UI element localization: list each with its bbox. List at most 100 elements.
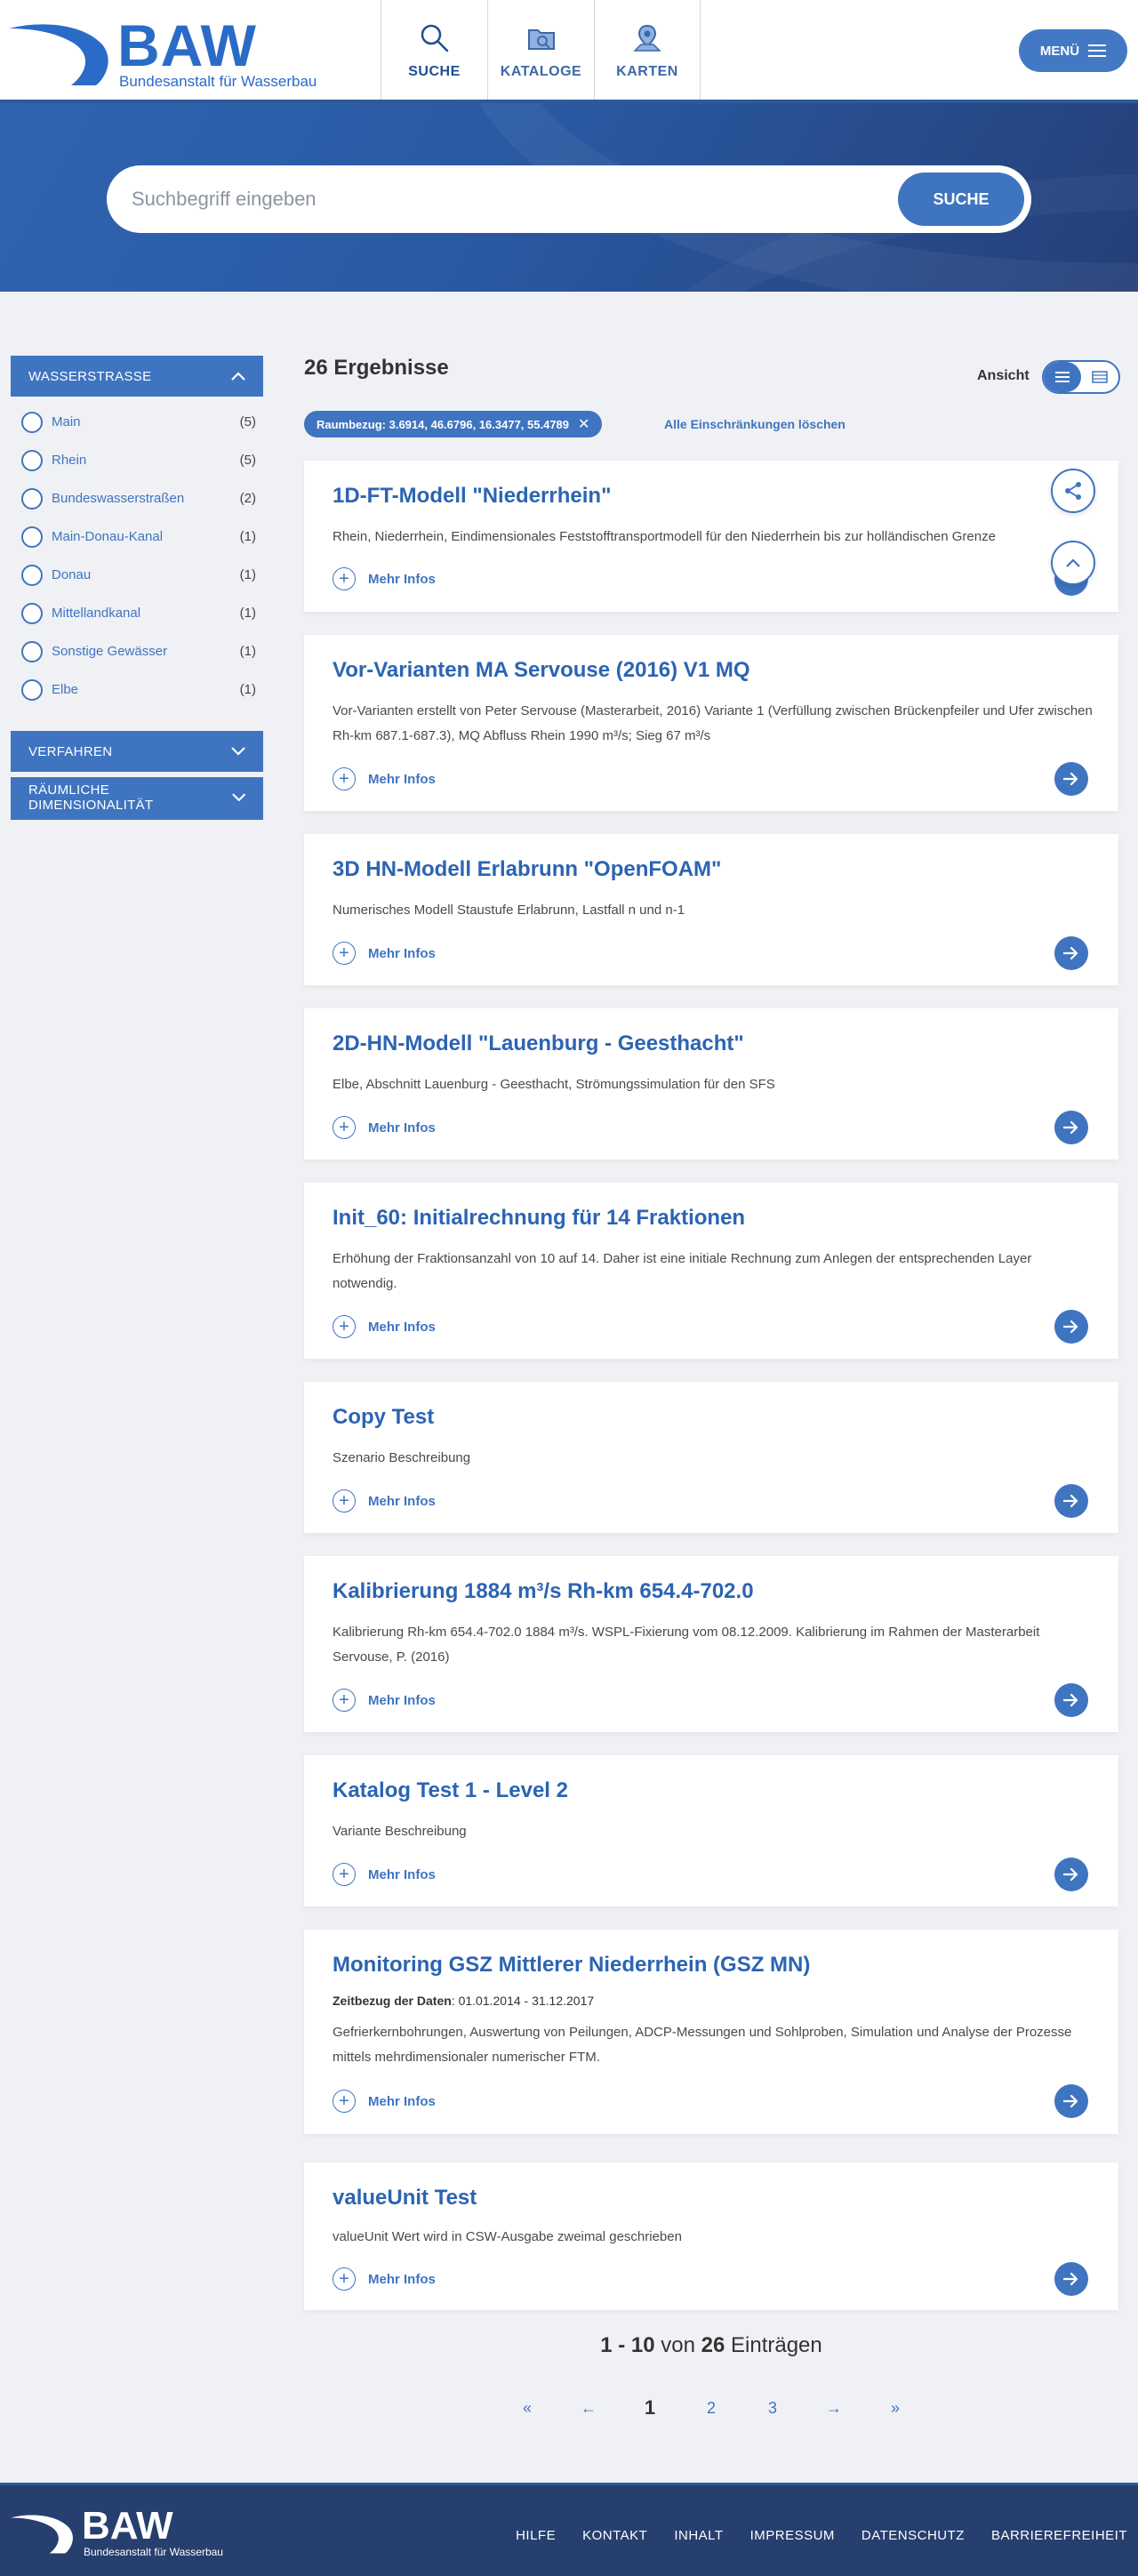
more-info-button[interactable]: + Mehr Infos <box>333 2090 436 2113</box>
result-title[interactable]: Monitoring GSZ Mittlerer Niederrhein (GS… <box>333 1953 810 1978</box>
radio-button[interactable] <box>21 449 43 471</box>
facet-dimensionalitaet-header[interactable]: RÄUMLICHE DIMENSIONALITÄT <box>11 777 263 818</box>
tab-suche[interactable]: SUCHE <box>381 0 487 100</box>
more-info-button[interactable]: + Mehr Infos <box>333 2267 436 2291</box>
more-info-button[interactable]: + Mehr Infos <box>333 1489 436 1513</box>
more-info-label: Mehr Infos <box>368 1119 436 1136</box>
compact-view-button[interactable] <box>1081 362 1118 392</box>
more-info-button[interactable]: + Mehr Infos <box>333 1863 436 1886</box>
more-info-label: Mehr Infos <box>368 1319 436 1335</box>
open-result-button[interactable] <box>1054 1484 1088 1518</box>
search-box: SUCHE <box>107 165 1031 233</box>
page-2-button[interactable]: 2 <box>681 2394 742 2422</box>
radio-button[interactable] <box>21 602 43 624</box>
map-icon <box>633 24 661 52</box>
footer-link-impressum[interactable]: IMPRESSUM <box>750 2528 835 2543</box>
tab-kataloge[interactable]: KATALOGE <box>487 0 594 100</box>
radio-button[interactable] <box>21 640 43 662</box>
result-title[interactable]: 2D-HN-Modell "Lauenburg - Geesthacht" <box>333 1031 744 1056</box>
open-result-button[interactable] <box>1054 1683 1088 1717</box>
result-card: Kalibrierung 1884 m³/s Rh-km 654.4-702.0… <box>304 1556 1118 1732</box>
result-title[interactable]: Katalog Test 1 - Level 2 <box>333 1778 568 1803</box>
close-icon[interactable]: ✕ <box>578 415 589 433</box>
open-result-button[interactable] <box>1054 1310 1088 1344</box>
more-info-button[interactable]: + Mehr Infos <box>333 942 436 965</box>
facet-item-rhein[interactable]: Rhein (5) <box>11 441 263 479</box>
pagination: « ← 1 2 3 → » <box>304 2394 1118 2422</box>
more-info-label: Mehr Infos <box>368 1866 436 1882</box>
page-3-button[interactable]: 3 <box>742 2394 804 2422</box>
arrow-right-icon <box>1063 2094 1078 2108</box>
result-title[interactable]: 1D-FT-Modell "Niederrhein" <box>333 484 611 509</box>
facet-item-mittellandkanal[interactable]: Mittellandkanal (1) <box>11 594 263 632</box>
search-button[interactable]: SUCHE <box>898 173 1024 226</box>
search-hero: SUCHE <box>0 103 1138 292</box>
footer-link-inhalt[interactable]: INHALT <box>674 2528 723 2543</box>
radio-button[interactable] <box>21 678 43 701</box>
tab-karten[interactable]: KARTEN <box>594 0 701 100</box>
more-info-button[interactable]: + Mehr Infos <box>333 567 436 590</box>
footer-logo[interactable]: BAW Bundesanstalt für Wasserbau <box>11 2507 233 2560</box>
search-icon <box>421 24 448 52</box>
view-toggle <box>1042 360 1120 394</box>
result-card: 1D-FT-Modell "Niederrhein" Rhein, Nieder… <box>304 461 1118 612</box>
open-result-button[interactable] <box>1054 2262 1088 2296</box>
radio-button[interactable] <box>21 487 43 510</box>
facet-item-elbe[interactable]: Elbe (1) <box>11 670 263 709</box>
last-page-button[interactable]: » <box>865 2394 926 2422</box>
plus-icon: + <box>333 942 356 965</box>
plus-icon: + <box>333 1863 356 1886</box>
radio-button[interactable] <box>21 564 43 586</box>
result-title[interactable]: Copy Test <box>333 1405 434 1430</box>
footer-link-barrierefreiheit[interactable]: BARRIEREFREIHEIT <box>991 2528 1127 2543</box>
radio-button[interactable] <box>21 411 43 433</box>
result-title[interactable]: valueUnit Test <box>333 2186 477 2211</box>
facet-wasserstrasse-header[interactable]: WASSERSTRASSE <box>11 356 263 397</box>
search-input[interactable] <box>132 181 896 217</box>
facet-item-donau[interactable]: Donau (1) <box>11 556 263 594</box>
open-result-button[interactable] <box>1054 762 1088 796</box>
more-info-button[interactable]: + Mehr Infos <box>333 1116 436 1139</box>
baw-logo[interactable]: BAW Bundesanstalt für Wasserbau <box>9 12 347 92</box>
more-info-label: Mehr Infos <box>368 571 436 587</box>
share-icon <box>1065 482 1081 500</box>
facet-item-main-donau-kanal[interactable]: Main-Donau-Kanal (1) <box>11 518 263 556</box>
scroll-to-top-button[interactable] <box>1051 541 1095 585</box>
result-meta-value: : 01.01.2014 - 31.12.2017 <box>451 1994 595 2008</box>
open-result-button[interactable] <box>1054 936 1088 970</box>
prev-page-button[interactable]: ← <box>558 2394 620 2422</box>
facet-dimensionalitaet-title: RÄUMLICHE DIMENSIONALITÄT <box>28 782 154 813</box>
share-button[interactable] <box>1051 469 1095 513</box>
site-footer: BAW Bundesanstalt für Wasserbau HILFE KO… <box>0 2483 1138 2576</box>
open-result-button[interactable] <box>1054 1858 1088 1891</box>
facet-item-main[interactable]: Main (5) <box>11 403 263 441</box>
footer-link-hilfe[interactable]: HILFE <box>516 2528 556 2543</box>
facet-item-sonstige-gewaesser[interactable]: Sonstige Gewässer (1) <box>11 632 263 670</box>
more-info-button[interactable]: + Mehr Infos <box>333 767 436 790</box>
facet-verfahren-header[interactable]: VERFAHREN <box>11 731 263 772</box>
result-description: Gefrierkernbohrungen, Auswertung von Pei… <box>333 2025 1072 2065</box>
page-1-button[interactable]: 1 <box>620 2394 681 2422</box>
footer-link-datenschutz[interactable]: DATENSCHUTZ <box>862 2528 965 2543</box>
footer-link-kontakt[interactable]: KONTAKT <box>582 2528 647 2543</box>
more-info-button[interactable]: + Mehr Infos <box>333 1689 436 1712</box>
facet-item-bundeswasserstrassen[interactable]: Bundeswasserstraßen (2) <box>11 479 263 518</box>
facet-item-label: Rhein <box>52 453 87 468</box>
radio-button[interactable] <box>21 526 43 548</box>
menu-button[interactable]: MENÜ <box>1019 29 1127 72</box>
open-result-button[interactable] <box>1054 1111 1088 1144</box>
more-info-button[interactable]: + Mehr Infos <box>333 1315 436 1338</box>
next-page-button[interactable]: → <box>804 2394 865 2422</box>
result-title[interactable]: Init_60: Initialrechnung für 14 Fraktion… <box>333 1206 745 1231</box>
facet-item-label: Bundeswasserstraßen <box>52 491 185 506</box>
facet-item-label: Sonstige Gewässer <box>52 644 168 659</box>
result-title[interactable]: Vor-Varianten MA Servouse (2016) V1 MQ <box>333 658 750 683</box>
list-view-button[interactable] <box>1044 362 1081 392</box>
result-title[interactable]: Kalibrierung 1884 m³/s Rh-km 654.4-702.0 <box>333 1579 754 1604</box>
arrow-right-icon <box>1063 1120 1078 1135</box>
clear-filters-link[interactable]: Alle Einschränkungen löschen <box>664 417 845 431</box>
result-title[interactable]: 3D HN-Modell Erlabrunn "OpenFOAM" <box>333 857 721 882</box>
open-result-button[interactable] <box>1054 2084 1088 2118</box>
menu-label: MENÜ <box>1039 43 1080 59</box>
first-page-button[interactable]: « <box>497 2394 558 2422</box>
